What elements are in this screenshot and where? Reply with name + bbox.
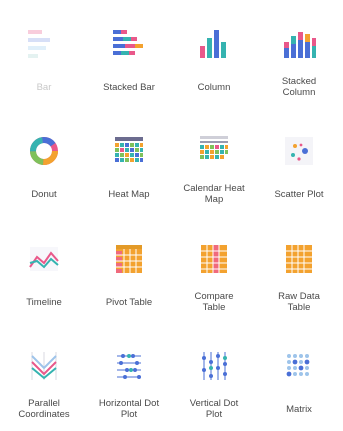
chart-type-stacked-bar[interactable]: Stacked Bar <box>89 4 169 108</box>
heat-map-icon <box>115 137 143 162</box>
chart-type-label: Parallel Coordinates <box>18 398 70 420</box>
parallel-coordinates-icon <box>31 352 57 380</box>
bar-chart-icon <box>28 30 50 58</box>
stacked-bar-chart-icon <box>113 30 143 55</box>
chart-type-donut[interactable]: Donut <box>4 111 84 215</box>
calendar-heat-map-icon <box>200 136 228 159</box>
chart-type-label: Pivot Table <box>105 297 153 308</box>
chart-type-label: Vertical Dot Plot <box>189 398 239 420</box>
chart-type-label: Stacked Column <box>281 76 317 98</box>
chart-type-raw-data-table[interactable]: Raw Data Table <box>259 219 339 323</box>
timeline-chart-icon <box>29 247 59 271</box>
chart-type-label: Matrix <box>286 404 312 415</box>
chart-type-stacked-column[interactable]: Stacked Column <box>259 4 339 108</box>
chart-type-timeline[interactable]: Timeline <box>4 219 84 323</box>
vertical-dot-plot-icon <box>202 352 227 380</box>
pivot-table-icon <box>116 245 142 273</box>
donut-chart-icon <box>30 137 58 165</box>
chart-type-label: Heat Map <box>108 189 150 200</box>
chart-type-parallel-coordinates[interactable]: Parallel Coordinates <box>4 326 84 430</box>
chart-type-matrix[interactable]: Matrix <box>259 326 339 430</box>
chart-type-bar[interactable]: Bar <box>4 4 84 108</box>
chart-type-scatter-plot[interactable]: Scatter Plot <box>259 111 339 215</box>
chart-type-column[interactable]: Column <box>174 4 254 108</box>
chart-type-label: Stacked Bar <box>103 82 155 93</box>
horizontal-dot-plot-icon <box>117 354 141 379</box>
matrix-icon <box>286 354 310 377</box>
chart-type-grid: Bar Stacked Bar Column Stacked Column Do… <box>0 0 343 431</box>
chart-type-label: Horizontal Dot Plot <box>98 398 160 420</box>
chart-type-label: Bar <box>36 82 52 93</box>
scatter-plot-icon <box>285 137 313 165</box>
raw-data-table-icon <box>286 245 312 273</box>
chart-type-compare-table[interactable]: Compare Table <box>174 219 254 323</box>
chart-type-label: Compare Table <box>194 291 234 313</box>
chart-type-pivot-table[interactable]: Pivot Table <box>89 219 169 323</box>
chart-type-label: Column <box>197 82 231 93</box>
chart-type-label: Scatter Plot <box>274 189 324 200</box>
chart-type-heat-map[interactable]: Heat Map <box>89 111 169 215</box>
chart-type-label: Calendar Heat Map <box>183 183 245 205</box>
stacked-column-chart-icon <box>284 32 316 58</box>
chart-type-horizontal-dot-plot[interactable]: Horizontal Dot Plot <box>89 326 169 430</box>
column-chart-icon <box>200 30 226 58</box>
chart-type-label: Donut <box>31 189 57 200</box>
chart-type-label: Timeline <box>26 297 62 308</box>
compare-table-icon <box>201 245 227 273</box>
chart-type-vertical-dot-plot[interactable]: Vertical Dot Plot <box>174 326 254 430</box>
chart-type-label: Raw Data Table <box>278 291 320 313</box>
chart-type-calendar-heat-map[interactable]: Calendar Heat Map <box>174 111 254 215</box>
